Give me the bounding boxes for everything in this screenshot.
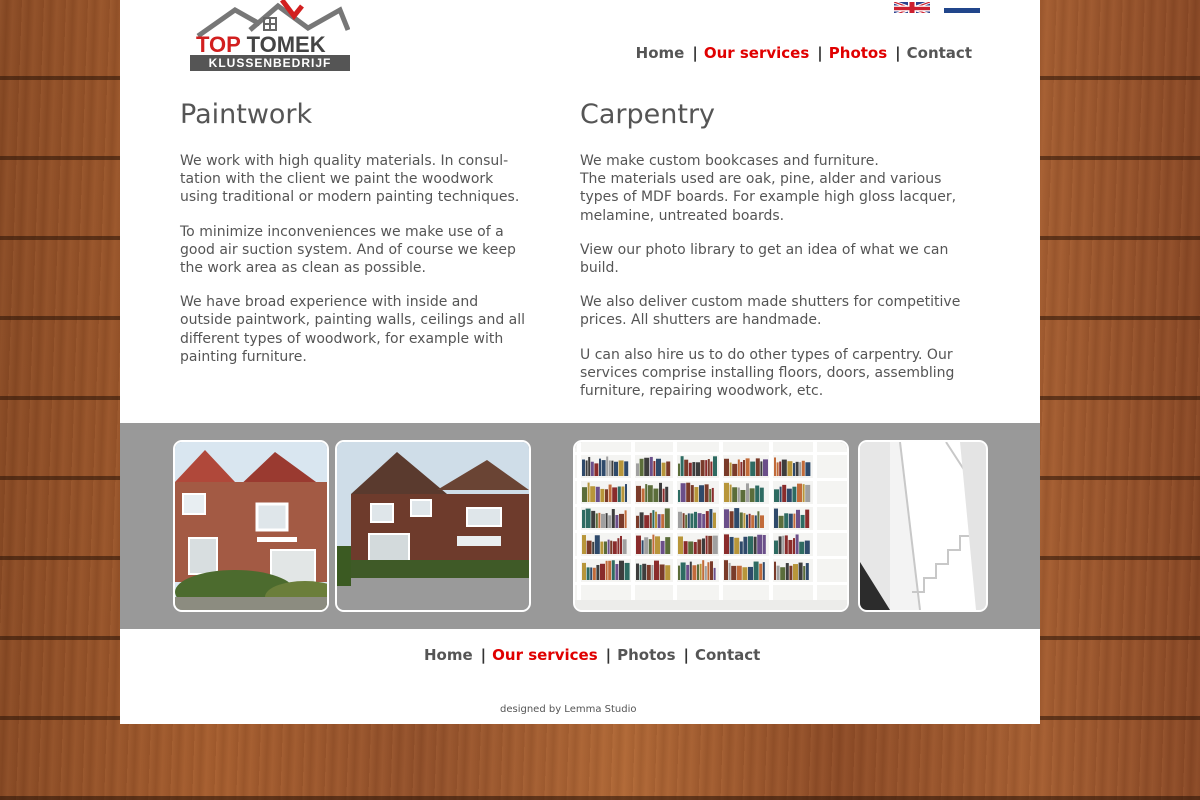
footer-nav-home-link[interactable]: Home (424, 646, 473, 664)
carpentry-paragraph: U can also hire us to do other types of … (580, 346, 955, 400)
paintwork-section: Paintwork We work with high quality mate… (180, 98, 530, 382)
logo[interactable]: TOP TOMEK KLUSSENBEDRIJF (190, 0, 350, 72)
carpentry-paragraph: We also deliver custom made shutters for… (580, 294, 961, 329)
nav-separator: | (480, 646, 487, 664)
nav-separator: | (605, 646, 612, 664)
page-container: TOP TOMEK KLUSSENBEDRIJF Home | Our servic… (120, 0, 1040, 724)
paintwork-heading: Paintwork (180, 99, 313, 130)
carpentry-paragraph: View our photo library to get an idea of… (580, 241, 949, 277)
photo-gallery-band (120, 423, 1040, 629)
footer-nav-contact-link[interactable]: Contact (695, 646, 760, 664)
paintwork-paragraph: We have broad experience with inside and… (180, 294, 526, 365)
logo-tagline: KLUSSENBEDRIJF (190, 55, 350, 71)
uk-flag-icon[interactable] (894, 0, 930, 13)
designer-credit: designed by Lemma Studio (500, 704, 637, 715)
carpentry-intro: We make custom bookcases and furniture. T… (580, 152, 970, 225)
nav-separator: | (817, 44, 823, 62)
nav-home-link[interactable]: Home (636, 44, 685, 62)
footer-nav-our-services-link[interactable]: Our services (492, 646, 597, 664)
logo-word-top: TOP (196, 32, 241, 57)
nav-separator: | (692, 44, 698, 62)
photo-brick-house[interactable] (173, 440, 329, 612)
photo-staircase[interactable] (858, 440, 988, 612)
nl-flag-icon[interactable] (944, 0, 980, 13)
nav-separator: | (683, 646, 689, 664)
top-navigation: Home | Our services | Photos | Contact (636, 44, 972, 62)
paintwork-paragraph: We work with high quality materials. In … (180, 153, 520, 206)
carpentry-heading: Carpentry (580, 99, 716, 130)
carpentry-intro-line2: The materials used are oak, pine, alder … (580, 171, 957, 224)
photo-bookcase[interactable] (573, 440, 849, 612)
paintwork-paragraph: To minimize inconveniences we make use o… (180, 223, 516, 277)
carpentry-section: Carpentry We make custom bookcases and f… (580, 98, 970, 416)
logo-word-tomek: TOMEK (246, 32, 326, 57)
photo-terraced-house[interactable] (335, 440, 531, 612)
nav-contact-link[interactable]: Contact (907, 44, 972, 62)
bottom-navigation: Home | Our services | Photos | Contact (424, 646, 760, 664)
nav-photos-link[interactable]: Photos (829, 44, 887, 62)
carpentry-intro-line1: We make custom bookcases and furniture. (580, 153, 879, 169)
footer-nav-photos-link[interactable]: Photos (617, 646, 675, 664)
nav-our-services-link[interactable]: Our services (704, 44, 809, 62)
nav-separator: | (895, 44, 901, 62)
logo-title: TOP TOMEK (196, 34, 326, 56)
